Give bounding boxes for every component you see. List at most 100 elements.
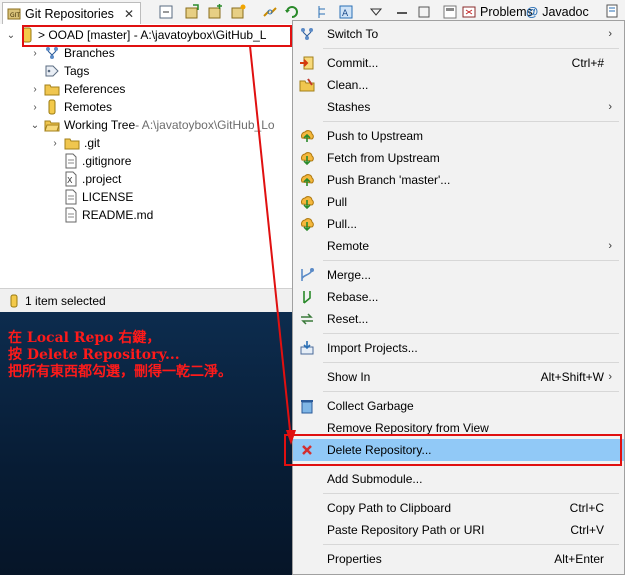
menu-separator (323, 544, 619, 545)
menu-separator (323, 260, 619, 261)
tab-javadoc[interactable]: @ Javadoc (526, 2, 589, 22)
menu-item-copy-path[interactable]: Copy Path to Clipboard Ctrl+C (293, 497, 624, 519)
tree-item-label: References (64, 82, 126, 96)
tree-row-remotes[interactable]: › Remotes (30, 98, 112, 116)
menu-item-paste-repository-path[interactable]: Paste Repository Path or URI Ctrl+V (293, 519, 624, 541)
create-repository-icon[interactable] (230, 4, 246, 20)
restore-icon[interactable] (442, 4, 458, 20)
menu-item-label: Remote (327, 239, 370, 253)
import-icon (300, 341, 314, 355)
fetch-icon (300, 152, 314, 166)
open-folder-icon (44, 120, 60, 132)
context-menu: Switch To › Commit... Ctrl+# Clean... St… (292, 20, 625, 575)
menu-item-stashes[interactable]: Stashes › (293, 96, 624, 118)
menu-item-pull-dialog[interactable]: Pull... (293, 213, 624, 235)
submenu-arrow-icon: › (608, 240, 612, 252)
highlight-box-delete-repository (284, 434, 622, 466)
menu-item-reset[interactable]: Reset... (293, 308, 624, 330)
tree-row-working-tree[interactable]: ⌄ Working Tree - A:\javatoybox\GitHub_Lo (30, 116, 275, 134)
menu-item-clean[interactable]: Clean... (293, 74, 624, 96)
tree-row-file[interactable]: .gitignore (64, 152, 131, 170)
expand-toggle-icon[interactable]: ⌄ (30, 120, 40, 131)
view-menu-icon[interactable] (368, 4, 384, 20)
menu-item-push-branch[interactable]: Push Branch 'master'... (293, 169, 624, 191)
refresh-icon[interactable] (284, 4, 300, 20)
menu-item-merge[interactable]: Merge... (293, 264, 624, 286)
menu-separator (323, 362, 619, 363)
outline-icon[interactable] (316, 4, 332, 20)
menu-item-label: Pull (327, 195, 348, 209)
file-label: .project (82, 172, 122, 186)
menu-item-commit[interactable]: Commit... Ctrl+# (293, 52, 624, 74)
tree-row-git-folder[interactable]: › .git (50, 134, 100, 152)
menu-item-add-submodule[interactable]: Add Submodule... (293, 468, 624, 490)
branches-icon (46, 47, 58, 59)
menu-item-label: Remove Repository from View (327, 421, 489, 435)
menu-item-label: Stashes (327, 100, 371, 114)
task-list-icon[interactable]: A (338, 4, 354, 20)
svg-text:X: X (67, 176, 73, 185)
pull-dialog-icon (300, 218, 314, 232)
xml-file-icon: X (65, 171, 77, 187)
menu-item-label: Collect Garbage (327, 399, 414, 413)
menu-item-rebase[interactable]: Rebase... (293, 286, 624, 308)
repository-icon (10, 294, 18, 307)
tree-row-references[interactable]: › References (30, 80, 125, 98)
declaration-icon[interactable] (604, 3, 620, 19)
file-label: README.md (82, 208, 154, 222)
menu-item-shortcut: Ctrl+# (571, 56, 604, 70)
menu-item-label: Reset... (327, 312, 369, 326)
file-label: LICENSE (82, 190, 134, 204)
menu-item-label: Clean... (327, 78, 369, 92)
tab-javadoc-label: Javadoc (542, 5, 589, 19)
menu-item-properties[interactable]: Properties Alt+Enter (293, 548, 624, 570)
chevron-right-icon[interactable]: › (30, 48, 40, 59)
maximize-icon[interactable] (416, 4, 432, 20)
menu-item-collect-garbage[interactable]: Collect Garbage (293, 395, 624, 417)
tree-row-file[interactable]: X .project (64, 170, 121, 188)
menu-item-label: Commit... (327, 56, 379, 70)
clone-repository-icon[interactable] (184, 4, 200, 20)
reset-icon (301, 313, 313, 325)
menu-item-label: Properties (327, 552, 382, 566)
file-label: .git (84, 136, 101, 150)
menu-item-fetch-from-upstream[interactable]: Fetch from Upstream (293, 147, 624, 169)
tree-row-file[interactable]: LICENSE (64, 188, 133, 206)
close-icon[interactable]: ✕ (124, 7, 134, 21)
menu-separator (323, 333, 619, 334)
collapse-all-icon[interactable] (158, 4, 174, 20)
tree-row-tags[interactable]: Tags (30, 62, 89, 80)
minimize-icon[interactable] (394, 4, 410, 20)
annotation-line: 在 Local Repo 右鍵， (8, 330, 161, 346)
trash-icon (301, 400, 313, 414)
menu-item-remote[interactable]: Remote › (293, 235, 624, 257)
chevron-right-icon[interactable]: › (30, 102, 40, 113)
chevron-right-icon[interactable]: › (30, 84, 40, 95)
status-bar: 1 item selected (0, 288, 292, 312)
tab-git-repositories[interactable]: GIT Git Repositories ✕ (2, 2, 141, 25)
link-with-selection-icon[interactable] (262, 4, 278, 20)
submenu-arrow-icon: › (608, 28, 612, 40)
tree-item-label: Branches (64, 46, 115, 60)
menu-item-import-projects[interactable]: Import Projects... (293, 337, 624, 359)
menu-item-show-in[interactable]: Show In Alt+Shift+W › (293, 366, 624, 388)
tab-label: Git Repositories (25, 7, 114, 21)
menu-item-pull[interactable]: Pull (293, 191, 624, 213)
at-icon: @ (526, 5, 539, 19)
menu-item-label: Rebase... (327, 290, 379, 304)
menu-item-label: Fetch from Upstream (327, 151, 440, 165)
menu-item-push-to-upstream[interactable]: Push to Upstream (293, 125, 624, 147)
folder-icon (44, 84, 60, 96)
add-repository-icon[interactable] (207, 4, 223, 20)
tree-row-file[interactable]: README.md (64, 206, 153, 224)
menu-item-shortcut: Alt+Enter (554, 552, 604, 566)
push-branch-icon (300, 174, 314, 186)
expand-toggle-icon[interactable]: ⌄ (6, 30, 16, 41)
switch-icon (301, 28, 313, 40)
menu-item-switch-to[interactable]: Switch To › (293, 23, 624, 45)
menu-item-label: Switch To (327, 27, 379, 41)
working-tree-label: Working Tree (64, 118, 136, 132)
tab-problems[interactable]: Problems (462, 2, 533, 22)
chevron-right-icon[interactable]: › (50, 138, 60, 149)
working-tree-path: - A:\javatoybox\GitHub_Lo (135, 118, 275, 132)
